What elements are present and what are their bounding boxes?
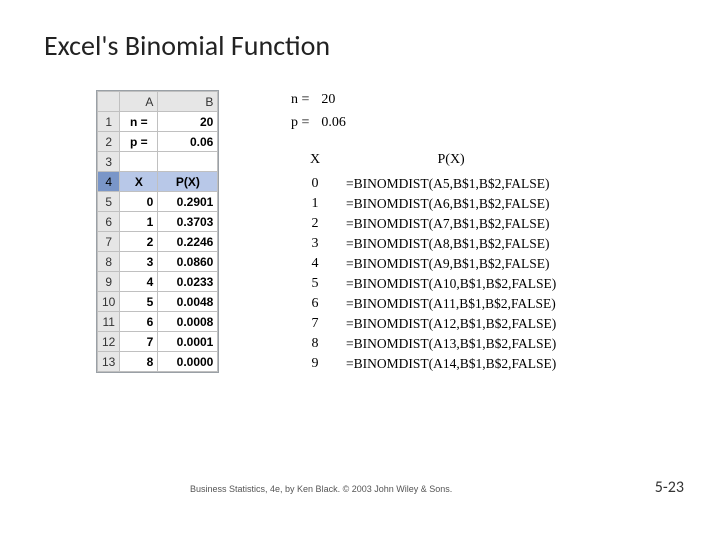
formula-x: 3 xyxy=(288,234,342,254)
excel-cell: X xyxy=(120,172,158,192)
formula-x: 2 xyxy=(288,214,342,234)
excel-cell: 0.2901 xyxy=(158,192,218,212)
excel-cell: 4 xyxy=(120,272,158,292)
param-n-label: n = xyxy=(290,90,315,111)
excel-cell: 0.0008 xyxy=(158,312,218,332)
excel-cell: 6 xyxy=(120,312,158,332)
excel-rowh: 1 xyxy=(98,112,120,132)
formula-p: =BINOMDIST(A7,B$1,B$2,FALSE) xyxy=(342,214,560,234)
formula-p: =BINOMDIST(A10,B$1,B$2,FALSE) xyxy=(342,274,560,294)
excel-cell: 0.0233 xyxy=(158,272,218,292)
formula-x: 4 xyxy=(288,254,342,274)
formula-p: =BINOMDIST(A6,B$1,B$2,FALSE) xyxy=(342,194,560,214)
excel-cell: 1 xyxy=(120,212,158,232)
formula-x: 1 xyxy=(288,194,342,214)
excel-cell: 0.3703 xyxy=(158,212,218,232)
excel-rowh: 9 xyxy=(98,272,120,292)
param-p-label: p = xyxy=(290,113,315,134)
excel-cell: n = xyxy=(120,112,158,132)
excel-rowh: 3 xyxy=(98,152,120,172)
formula-p: =BINOMDIST(A12,B$1,B$2,FALSE) xyxy=(342,314,560,334)
excel-rowh: 5 xyxy=(98,192,120,212)
formula-x: 6 xyxy=(288,294,342,314)
excel-cell xyxy=(120,152,158,172)
excel-rowh: 13 xyxy=(98,352,120,372)
excel-rowh: 11 xyxy=(98,312,120,332)
excel-corner xyxy=(98,92,120,112)
param-n-value: 20 xyxy=(317,90,347,111)
formula-x: 9 xyxy=(288,354,342,374)
excel-cell xyxy=(158,152,218,172)
excel-rowh: 7 xyxy=(98,232,120,252)
excel-cell: 20 xyxy=(158,112,218,132)
excel-screenshot: A B 1 n = 20 2 p = 0.06 3 4 X P(X) 5 0 0… xyxy=(96,90,219,373)
excel-cell: 0 xyxy=(120,192,158,212)
formula-x: 7 xyxy=(288,314,342,334)
formula-ph: P(X) xyxy=(342,150,560,174)
formula-x: 5 xyxy=(288,274,342,294)
excel-col-a: A xyxy=(120,92,158,112)
footer-page: 5-23 xyxy=(655,478,684,497)
formula-x: 0 xyxy=(288,174,342,194)
excel-rowh: 8 xyxy=(98,252,120,272)
excel-cell: 0.2246 xyxy=(158,232,218,252)
param-p-value: 0.06 xyxy=(317,113,347,134)
excel-cell: 0.0048 xyxy=(158,292,218,312)
excel-cell: P(X) xyxy=(158,172,218,192)
formula-table: X P(X) 0=BINOMDIST(A5,B$1,B$2,FALSE)1=BI… xyxy=(288,150,560,374)
excel-rowh: 6 xyxy=(98,212,120,232)
excel-rowh: 2 xyxy=(98,132,120,152)
slide-title: Excel's Binomial Function xyxy=(44,28,330,63)
excel-cell: 0.0001 xyxy=(158,332,218,352)
excel-cell: 7 xyxy=(120,332,158,352)
excel-cell: 0.0000 xyxy=(158,352,218,372)
excel-col-b: B xyxy=(158,92,218,112)
excel-cell: 5 xyxy=(120,292,158,312)
excel-cell: p = xyxy=(120,132,158,152)
excel-cell: 3 xyxy=(120,252,158,272)
formula-x: 8 xyxy=(288,334,342,354)
params-block: n = 20 p = 0.06 xyxy=(288,88,349,136)
excel-rowh: 10 xyxy=(98,292,120,312)
excel-rowh: 12 xyxy=(98,332,120,352)
formula-p: =BINOMDIST(A5,B$1,B$2,FALSE) xyxy=(342,174,560,194)
excel-cell: 2 xyxy=(120,232,158,252)
footer-credit: Business Statistics, 4e, by Ken Black. ©… xyxy=(190,484,452,494)
formula-xh: X xyxy=(288,150,342,174)
excel-cell: 0.06 xyxy=(158,132,218,152)
formula-p: =BINOMDIST(A8,B$1,B$2,FALSE) xyxy=(342,234,560,254)
formula-p: =BINOMDIST(A13,B$1,B$2,FALSE) xyxy=(342,334,560,354)
excel-rowh-selected: 4 xyxy=(98,172,120,192)
formula-p: =BINOMDIST(A14,B$1,B$2,FALSE) xyxy=(342,354,560,374)
excel-cell: 0.0860 xyxy=(158,252,218,272)
formula-p: =BINOMDIST(A9,B$1,B$2,FALSE) xyxy=(342,254,560,274)
excel-cell: 8 xyxy=(120,352,158,372)
formula-p: =BINOMDIST(A11,B$1,B$2,FALSE) xyxy=(342,294,560,314)
